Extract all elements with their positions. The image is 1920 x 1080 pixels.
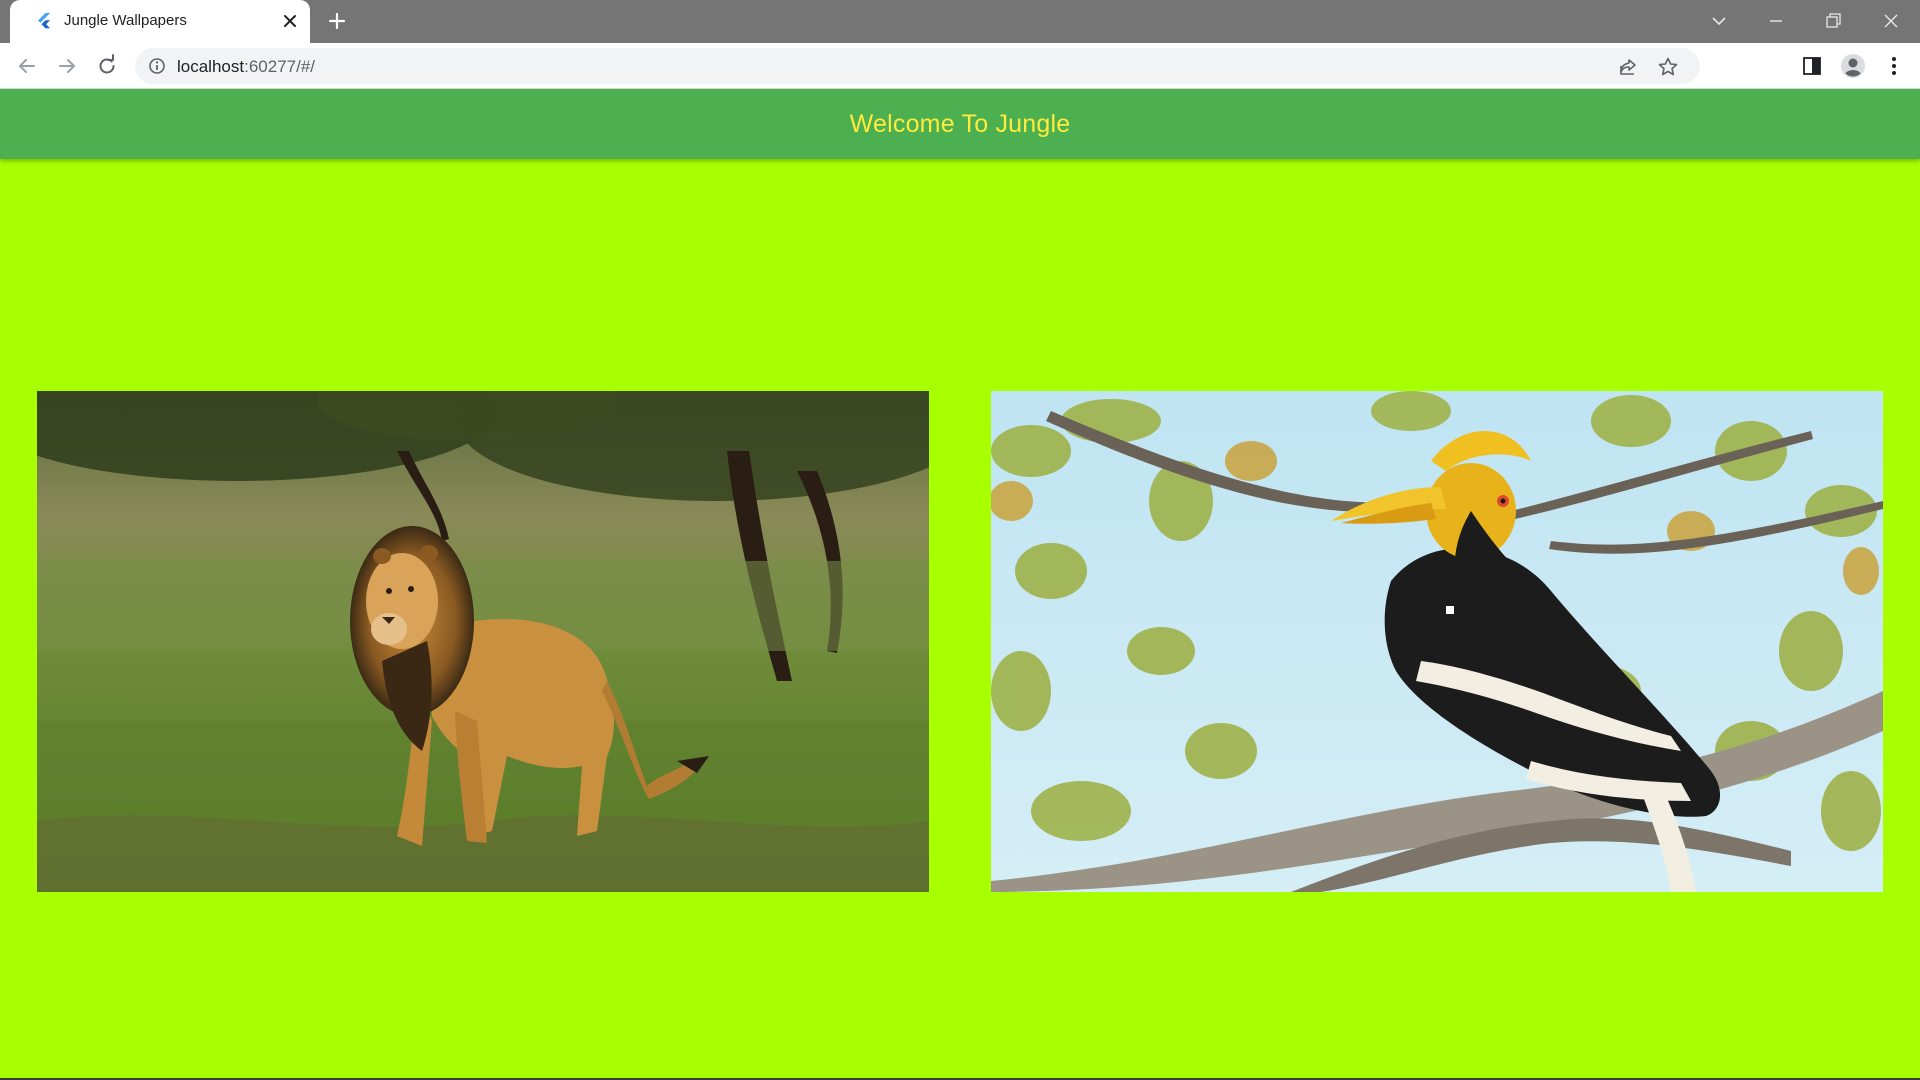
star-icon[interactable] [1657, 56, 1679, 78]
share-icon[interactable] [1617, 56, 1639, 78]
app-page: Welcome To Jungle [0, 89, 1920, 1078]
tab-title: Jungle Wallpapers [64, 12, 187, 29]
url-host: localhost [177, 57, 245, 76]
url-text[interactable]: localhost:60277/#/ [177, 57, 315, 77]
browser-tab-strip: Jungle Wallpapers [0, 0, 1920, 43]
url-path: :60277/#/ [244, 57, 316, 76]
back-arrow-icon[interactable] [14, 53, 40, 79]
app-bar: Welcome To Jungle [0, 89, 1920, 159]
restore-icon[interactable] [1818, 6, 1848, 36]
profile-avatar-icon[interactable] [1840, 53, 1866, 79]
minimize-icon[interactable] [1761, 6, 1791, 36]
address-bar[interactable]: localhost:60277/#/ [135, 48, 1700, 84]
hornbill-wallpaper-image [991, 391, 1883, 892]
reload-icon[interactable] [94, 53, 120, 79]
browser-toolbar: localhost:60277/#/ [0, 43, 1920, 89]
close-window-icon[interactable] [1876, 6, 1906, 36]
new-tab-icon[interactable] [325, 9, 349, 33]
side-panel-icon[interactable] [1799, 53, 1825, 79]
kebab-menu-icon[interactable] [1881, 53, 1907, 79]
flutter-logo-icon [38, 13, 51, 29]
tab-search-chevron-icon[interactable] [1704, 6, 1734, 36]
info-icon[interactable] [148, 57, 166, 75]
app-title: Welcome To Jungle [849, 109, 1071, 138]
close-tab-icon[interactable] [280, 11, 300, 31]
forward-arrow-icon[interactable] [54, 53, 80, 79]
browser-tab[interactable]: Jungle Wallpapers [10, 0, 310, 43]
lion-wallpaper-image [37, 391, 929, 892]
